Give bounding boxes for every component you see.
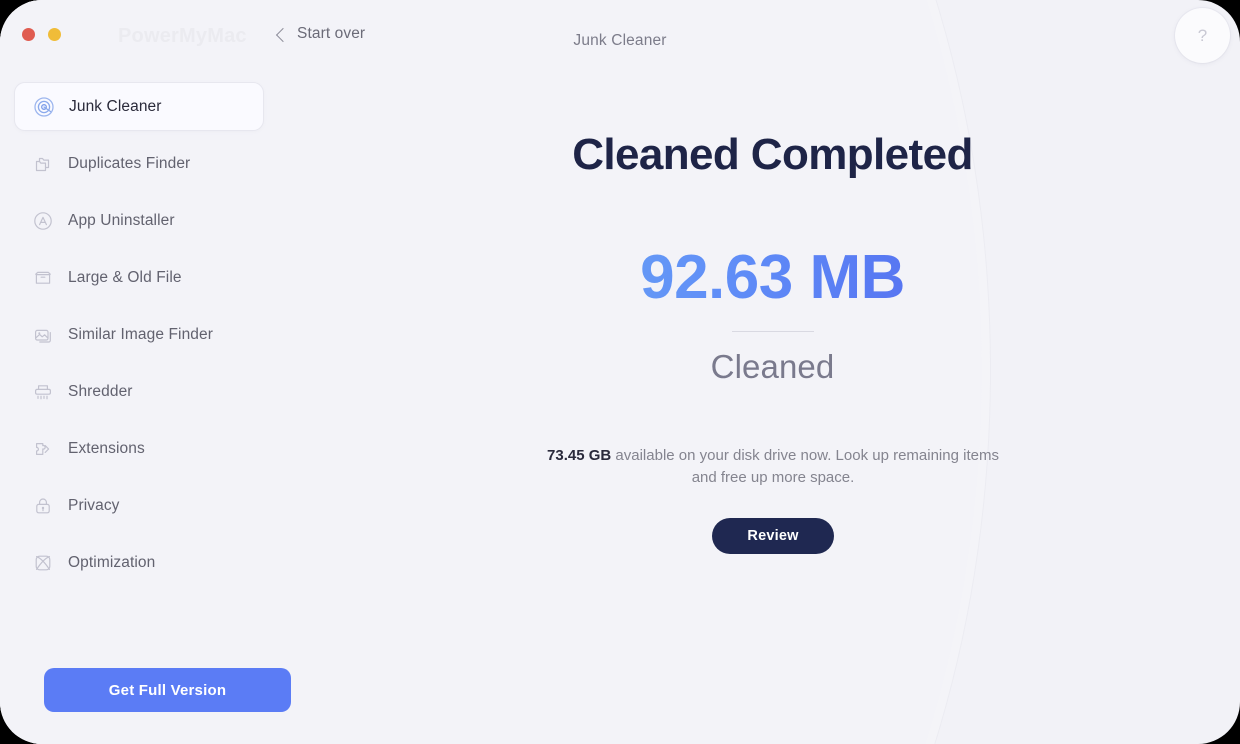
cleaned-amount: 92.63 MB bbox=[395, 242, 1150, 313]
question-mark-icon: ? bbox=[1197, 26, 1208, 45]
atom-icon bbox=[32, 552, 54, 574]
cleaned-status-label: Cleaned bbox=[710, 348, 835, 385]
archive-box-icon bbox=[32, 267, 54, 289]
main-content: Cleaned Completed 92.63 MB Cleaned 73.45… bbox=[395, 0, 1240, 744]
lock-icon bbox=[32, 495, 54, 517]
available-space-value: 73.45 GB bbox=[547, 447, 612, 464]
shredder-icon bbox=[32, 381, 54, 403]
sidebar-item-duplicates-finder[interactable]: Duplicates Finder bbox=[14, 139, 264, 188]
chevron-left-icon bbox=[275, 27, 291, 42]
sidebar-item-label: Similar Image Finder bbox=[68, 325, 213, 343]
sidebar-item-label: App Uninstaller bbox=[68, 211, 175, 229]
sidebar-item-app-uninstaller[interactable]: App Uninstaller bbox=[14, 196, 264, 245]
copy-folders-icon bbox=[32, 153, 54, 175]
sidebar-item-label: Extensions bbox=[68, 439, 145, 457]
photo-stack-icon bbox=[32, 324, 54, 346]
sidebar-item-label: Shredder bbox=[68, 382, 133, 400]
start-over-label: Start over bbox=[297, 25, 366, 42]
sidebar-item-junk-cleaner[interactable]: Junk Cleaner bbox=[14, 82, 264, 131]
app-circle-icon bbox=[32, 210, 54, 232]
sidebar-item-shredder[interactable]: Shredder bbox=[14, 367, 264, 416]
sidebar-item-optimization[interactable]: Optimization bbox=[14, 538, 264, 587]
app-window: PowerMyMac Start over Junk Cleaner ? Jun… bbox=[0, 0, 1240, 744]
sidebar-item-label: Duplicates Finder bbox=[68, 154, 191, 172]
review-button[interactable]: Review bbox=[712, 518, 834, 554]
radar-target-icon bbox=[33, 96, 55, 118]
window-controls bbox=[22, 28, 61, 41]
available-space-description: available on your disk drive now. Look u… bbox=[611, 447, 999, 486]
minimize-window-button[interactable] bbox=[48, 28, 61, 41]
disk-space-note: 73.45 GB available on your disk drive no… bbox=[543, 445, 1003, 489]
sidebar-item-extensions[interactable]: Extensions bbox=[14, 424, 264, 473]
sidebar-item-large-old-file[interactable]: Large & Old File bbox=[14, 253, 264, 302]
start-over-button[interactable]: Start over bbox=[275, 25, 366, 43]
sidebar-item-label: Junk Cleaner bbox=[69, 97, 162, 115]
brand-title: PowerMyMac bbox=[118, 25, 247, 47]
sidebar-item-label: Large & Old File bbox=[68, 268, 182, 286]
sidebar-nav-list: Junk Cleaner Duplicates Finder App Unins… bbox=[14, 82, 314, 595]
sidebar-item-label: Optimization bbox=[68, 553, 156, 571]
sidebar-item-privacy[interactable]: Privacy bbox=[14, 481, 264, 530]
result-heading: Cleaned Completed bbox=[572, 130, 973, 179]
sidebar-item-label: Privacy bbox=[68, 496, 120, 514]
titlebar: PowerMyMac Start over Junk Cleaner ? bbox=[0, 0, 1240, 72]
divider bbox=[732, 331, 814, 332]
sidebar-item-similar-image-finder[interactable]: Similar Image Finder bbox=[14, 310, 264, 359]
sidebar: Junk Cleaner Duplicates Finder App Unins… bbox=[0, 72, 370, 744]
puzzle-piece-icon bbox=[32, 438, 54, 460]
get-full-version-button[interactable]: Get Full Version bbox=[44, 668, 291, 712]
close-window-button[interactable] bbox=[22, 28, 35, 41]
help-button[interactable]: ? bbox=[1175, 8, 1230, 63]
